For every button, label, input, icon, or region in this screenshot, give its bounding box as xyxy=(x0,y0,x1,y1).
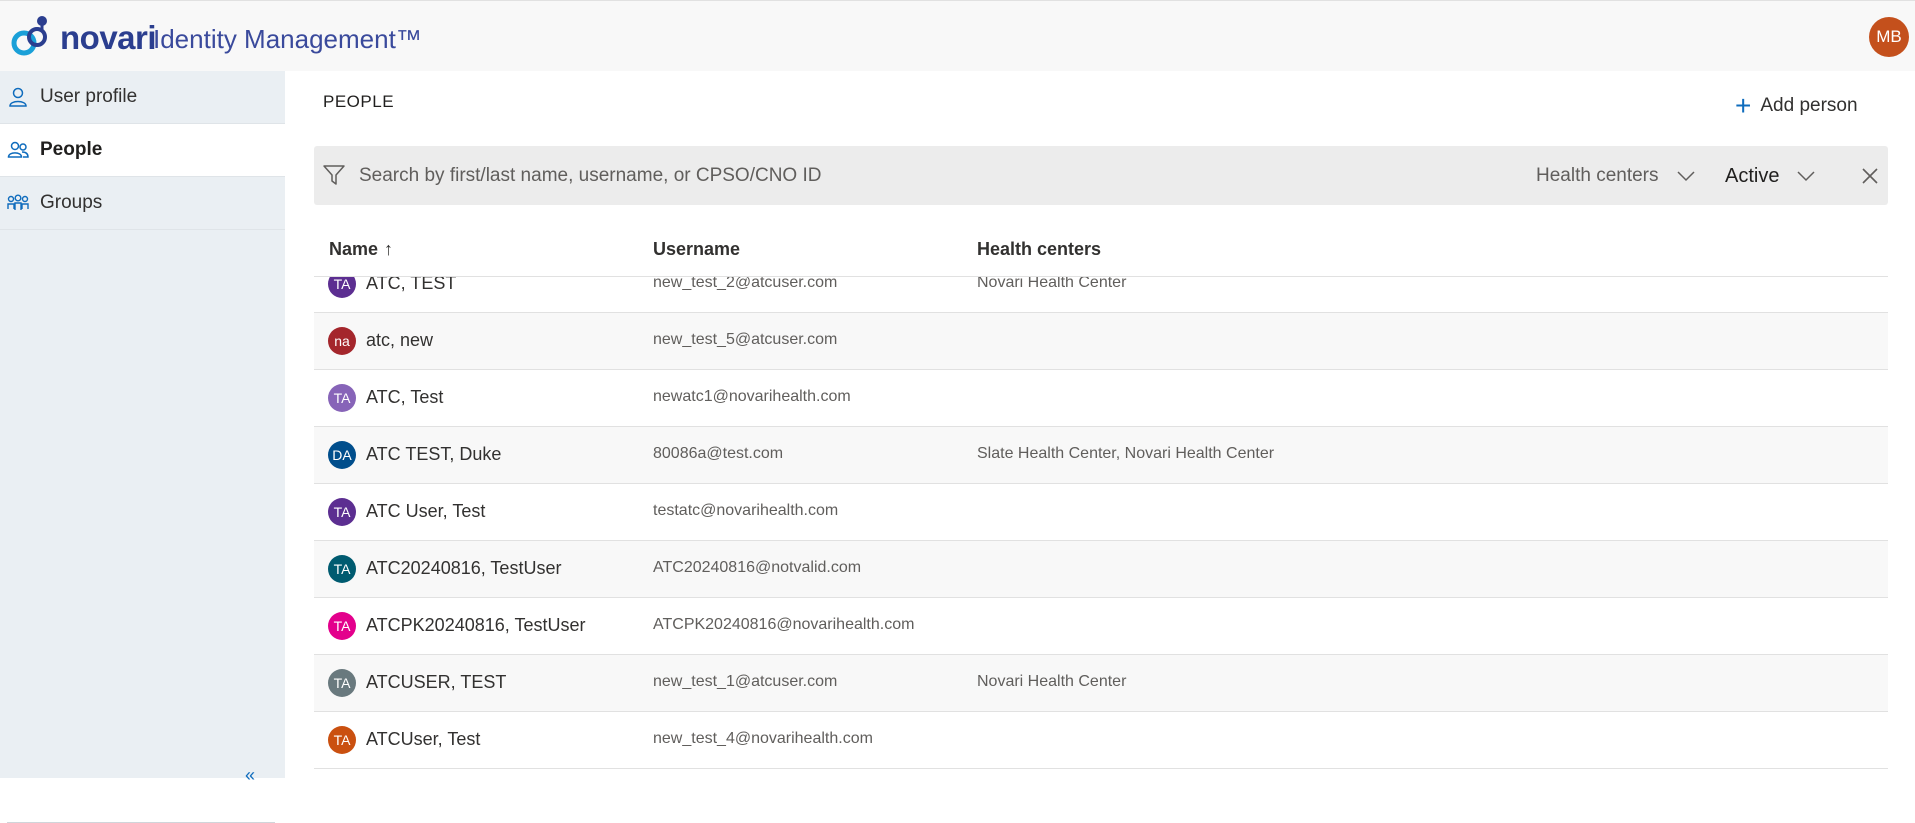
status-dropdown-label: Active xyxy=(1725,164,1780,187)
user-initials-avatar: TA xyxy=(328,498,356,526)
username-cell: new_test_4@novarihealth.com xyxy=(653,730,873,748)
sidebar-item-label: User profile xyxy=(40,86,138,107)
table-row[interactable]: TA ATC, TEST new_test_2@atcuser.com Novari … xyxy=(314,277,1888,313)
sidebar-item-groups[interactable]: Groups xyxy=(0,177,285,230)
health-centers-cell: Novari Health Center xyxy=(977,277,1127,292)
status-dropdown[interactable]: Active xyxy=(1725,158,1815,194)
sidebar: User profile People Groups xyxy=(0,71,285,823)
username-cell: newatc1@novarihealth.com xyxy=(653,388,851,406)
health-centers-cell: Slate Health Center, Novari Health Cente… xyxy=(977,445,1275,463)
user-initials-avatar: TA xyxy=(328,726,356,754)
username-cell: testatc@novarihealth.com xyxy=(653,502,839,520)
chevron-down-icon xyxy=(1676,171,1695,182)
sidebar-item-people[interactable]: People xyxy=(0,124,285,177)
plus-icon: + xyxy=(1735,90,1752,121)
table-row[interactable]: DA ATC TEST, Duke 80086a@test.com Slate Hea… xyxy=(314,427,1888,484)
column-header-username[interactable]: Username xyxy=(653,239,740,260)
people-table: Name ↑ Username Health centers TA ATC, TES… xyxy=(314,228,1888,769)
health-centers-dropdown-label: Health centers xyxy=(1536,165,1659,186)
sort-ascending-icon: ↑ xyxy=(384,239,394,259)
top-bar: novari Identity Management™ MB xyxy=(0,0,1915,71)
person-name[interactable]: ATC TEST, Duke xyxy=(366,444,501,465)
health-centers-cell: Novari Health Center xyxy=(977,673,1127,691)
sidebar-item-label: Groups xyxy=(40,192,103,213)
table-row[interactable]: TA ATCUSER, TEST new_test_1@atcuser.com Nov… xyxy=(314,655,1888,712)
user-initials-avatar: TA xyxy=(328,669,356,697)
column-header-name-label: Name xyxy=(329,239,379,259)
user-initials-avatar: TA xyxy=(328,555,356,583)
person-name[interactable]: ATC20240816, TestUser xyxy=(366,558,561,579)
user-initials-avatar: TA xyxy=(328,612,356,640)
person-name[interactable]: ATC User, Test xyxy=(366,501,485,522)
user-initials-avatar: TA xyxy=(328,384,356,412)
add-person-button[interactable]: + Add person xyxy=(1735,92,1858,120)
person-icon xyxy=(9,87,27,107)
user-initials-avatar: na xyxy=(328,327,356,355)
table-row[interactable]: TA ATC20240816, TestUser ATC20240816@notva… xyxy=(314,541,1888,598)
sidebar-item-user-profile[interactable]: User profile xyxy=(0,71,285,124)
close-icon[interactable] xyxy=(1860,166,1880,186)
user-initials-avatar: DA xyxy=(328,441,356,469)
page-title: PEOPLE xyxy=(323,92,395,111)
add-person-label: Add person xyxy=(1760,95,1858,116)
collapse-sidebar-icon[interactable]: « xyxy=(245,766,255,784)
person-name[interactable]: ATCPK20240816, TestUser xyxy=(366,615,585,636)
username-cell: new_test_1@atcuser.com xyxy=(653,673,838,691)
health-centers-dropdown[interactable]: Health centers xyxy=(1536,158,1695,194)
product-name: Identity Management™ xyxy=(153,24,422,54)
novari-logo-icon xyxy=(11,16,47,56)
person-name[interactable]: ATCUSER, TEST xyxy=(366,672,506,693)
table-row[interactable]: na atc, new new_test_5@atcuser.com xyxy=(314,313,1888,370)
table-header: Name ↑ Username Health centers xyxy=(314,228,1888,277)
table-row[interactable]: TA ATCPK20240816, TestUser ATCPK20240816@n… xyxy=(314,598,1888,655)
filter-icon[interactable] xyxy=(322,164,346,186)
people-icon xyxy=(7,141,29,158)
username-cell: new_test_2@atcuser.com xyxy=(653,277,838,292)
column-header-name[interactable]: Name ↑ xyxy=(329,239,393,260)
person-name[interactable]: ATC, TEST xyxy=(366,277,456,294)
groups-icon xyxy=(7,194,29,210)
user-avatar[interactable]: MB xyxy=(1869,17,1909,57)
table-row[interactable]: TA ATC User, Test testatc@novarihealth.com xyxy=(314,484,1888,541)
person-name[interactable]: atc, new xyxy=(366,330,433,351)
brand-name: novari xyxy=(60,19,157,56)
username-cell: ATC20240816@notvalid.com xyxy=(653,559,862,577)
username-cell: 80086a@test.com xyxy=(653,445,784,463)
column-header-health-centers[interactable]: Health centers xyxy=(977,239,1101,260)
user-initials-avatar: TA xyxy=(328,277,356,298)
sidebar-item-label: People xyxy=(40,139,103,160)
username-cell: new_test_5@atcuser.com xyxy=(653,331,838,349)
username-cell: ATCPK20240816@novarihealth.com xyxy=(653,616,915,634)
person-name[interactable]: ATCUser, Test xyxy=(366,729,480,750)
filter-bar: Health centers Active xyxy=(314,146,1888,205)
table-body: TA ATC, TEST new_test_2@atcuser.com Novari … xyxy=(314,277,1888,778)
search-input[interactable] xyxy=(359,158,1359,194)
person-name[interactable]: ATC, Test xyxy=(366,387,443,408)
table-row[interactable]: TA ATC, Test newatc1@novarihealth.com xyxy=(314,370,1888,427)
table-row[interactable]: TA ATCUser, Test new_test_4@novarihealth.c… xyxy=(314,712,1888,769)
chevron-down-icon xyxy=(1797,171,1815,182)
